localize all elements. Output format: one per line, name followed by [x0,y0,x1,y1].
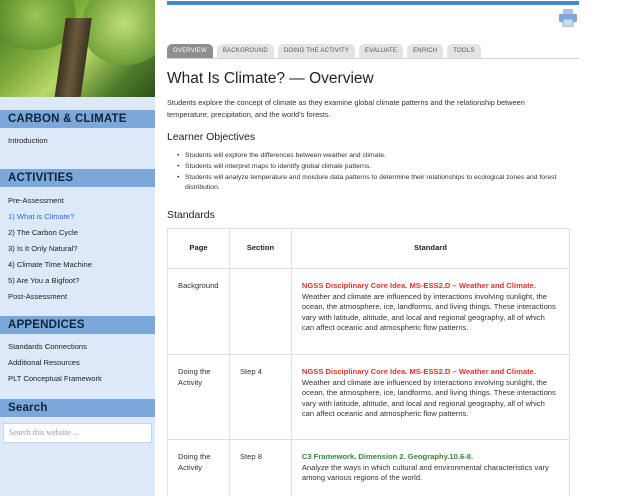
intro-text: Students explore the concept of climate … [167,98,525,119]
column-header-standard: Standard [290,228,571,269]
sidebar: CARBON & CLIMATE Introduction ACTIVITIES… [0,0,155,496]
table-row: Doing the Activity Step 8 C3 Framework. … [167,439,571,496]
table-row: Doing the Activity Step 4 NGSS Disciplin… [167,354,571,440]
objective-item: Students will explore the differences be… [177,151,572,162]
sidebar-item-post-assessment[interactable]: Post-Assessment [8,289,155,305]
table-row: Background NGSS Disciplinary Core Idea. … [167,268,571,355]
main-content: OVERVIEW BACKGROUND DOING THE ACTIVITY E… [167,0,579,496]
sidebar-section-title: CARBON & CLIMATE [0,110,155,128]
cell-standard: NGSS Disciplinary Core Idea. MS-ESS2.D –… [290,354,571,440]
top-accent-bar [167,1,579,5]
cell-standard: NGSS Disciplinary Core Idea. MS-ESS2.D –… [290,268,571,355]
cell-standard: C3 Framework. Dimension 2. Geography.10.… [290,439,571,496]
sidebar-item-bigfoot[interactable]: 5) Are You a Bigfoot? [8,273,155,289]
cell-section: Step 4 [228,354,292,440]
tab-evaluate[interactable]: EVALUATE [359,44,404,58]
sidebar-section-title: APPENDICES [0,316,155,334]
tab-background[interactable]: BACKGROUND [216,44,274,58]
tab-enrich[interactable]: ENRICH [407,44,444,58]
tab-bar: OVERVIEW BACKGROUND DOING THE ACTIVITY E… [167,44,481,58]
standard-text: Analyze the ways in which cultural and e… [301,462,549,483]
standard-text: Weather and climate are influenced by in… [301,377,556,419]
objective-item: Students will analyze temperature and mo… [177,173,572,195]
sidebar-item-only-natural[interactable]: 3) Is It Only Natural? [8,241,155,257]
page-title: What Is Climate? — Overview [167,70,374,87]
objective-item: Students will interpret maps to identify… [177,162,572,173]
printer-icon[interactable] [558,9,578,27]
standard-title: NGSS Disciplinary Core Idea. MS-ESS2.D –… [301,367,536,376]
sidebar-item-additional-resources[interactable]: Additional Resources [8,355,155,371]
cell-page: Doing the Activity [167,354,230,440]
sidebar-item-plt-framework[interactable]: PLT Conceptual Framework [8,371,155,387]
sidebar-item-climate-time-machine[interactable]: 4) Climate Time Machine [8,257,155,273]
standard-title: NGSS Disciplinary Core Idea. MS-ESS2.D –… [301,281,536,290]
standard-text: Weather and climate are influenced by in… [301,291,556,333]
cell-section [228,268,292,355]
cell-page: Doing the Activity [167,439,230,496]
search-section-title: Search [0,399,155,417]
tab-doing-the-activity[interactable]: DOING THE ACTIVITY [277,44,356,58]
sidebar-item-standards-connections[interactable]: Standards Connections [8,339,155,355]
objectives-list: Students will explore the differences be… [177,151,572,194]
search-input[interactable]: Search this website ... [3,423,152,443]
standard-title: C3 Framework. Dimension 2. Geography.10.… [301,452,474,461]
hero-image [0,0,155,97]
column-header-page: Page [167,228,230,269]
objectives-heading: Learner Objectives [167,131,256,143]
sidebar-item-carbon-cycle[interactable]: 2) The Carbon Cycle [8,225,155,241]
standards-table: Page Section Standard Background NGSS Di… [167,228,571,496]
table-header-row: Page Section Standard [167,228,571,269]
sidebar-section-title: ACTIVITIES [0,169,155,187]
column-header-section: Section [228,228,292,269]
sidebar-item-introduction[interactable]: Introduction [8,133,155,149]
tab-tools[interactable]: TOOLS [447,44,481,58]
cell-page: Background [167,268,230,355]
sidebar-item-what-is-climate[interactable]: 1) What is Climate? [8,209,155,225]
sidebar-item-pre-assessment[interactable]: Pre-Assessment [8,193,155,209]
tab-divider [167,58,579,59]
cell-section: Step 8 [228,439,292,496]
tab-overview[interactable]: OVERVIEW [167,44,213,58]
standards-heading: Standards [167,209,215,221]
